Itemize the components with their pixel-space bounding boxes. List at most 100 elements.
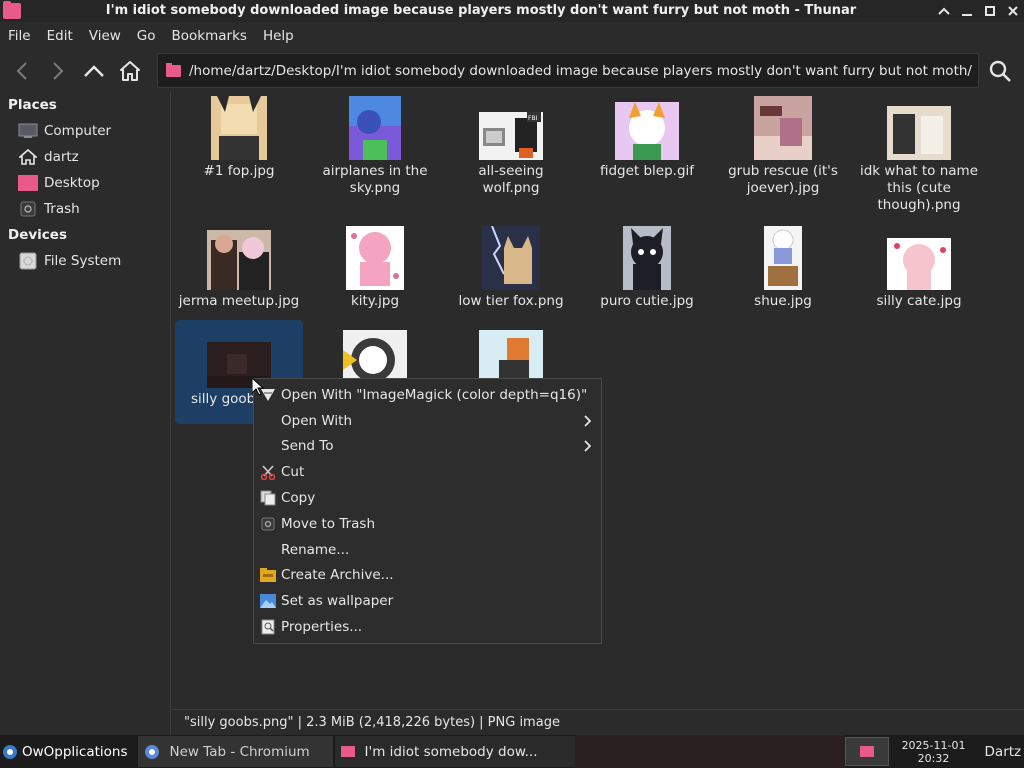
- properties-icon: [254, 619, 281, 635]
- home-icon: [18, 149, 38, 165]
- copy-icon: [254, 490, 281, 506]
- task-thunar[interactable]: I'm idiot somebody dow...: [334, 736, 575, 767]
- image-thumbnail: [764, 226, 802, 290]
- file-item[interactable]: shue.jpg: [719, 222, 847, 310]
- status-bar: "silly goobs.png" | 2.3 MiB (2,418,226 b…: [172, 709, 1024, 735]
- file-name: low tier fox.png: [458, 293, 564, 309]
- clock-date: 2025-11-01: [901, 738, 966, 752]
- file-name: grub rescue (it's joever).jpg: [728, 163, 838, 196]
- menu-open-with[interactable]: Open With: [254, 408, 601, 434]
- image-thumbnail: [482, 226, 540, 290]
- wallpaper-icon: [254, 594, 281, 609]
- file-item[interactable]: idk what to name this (cute though).png: [855, 92, 983, 214]
- file-item[interactable]: low tier fox.png: [447, 222, 575, 310]
- devices-header: Devices: [8, 227, 67, 243]
- chevron-up-icon: [84, 64, 104, 77]
- chromium-icon: [144, 744, 159, 759]
- sidebar-item-label: dartz: [44, 149, 79, 165]
- menu-item-label: Properties...: [281, 619, 363, 636]
- file-item[interactable]: #1 fop.jpg: [175, 92, 303, 180]
- menu-bookmarks[interactable]: Bookmarks: [164, 28, 255, 44]
- image-thumbnail: FBI: [479, 96, 543, 160]
- menu-move-to-trash[interactable]: Move to Trash: [254, 511, 601, 537]
- menu-help[interactable]: Help: [255, 28, 302, 44]
- start-menu-button[interactable]: OwOpplications: [0, 736, 134, 767]
- search-icon: [989, 60, 1011, 82]
- file-name: fidget blep.gif: [599, 163, 695, 179]
- folder-icon: [859, 746, 874, 757]
- menu-item-label: Move to Trash: [281, 515, 376, 532]
- file-item[interactable]: airplanes in the sky.png: [311, 92, 439, 197]
- file-item[interactable]: silly cate.jpg: [855, 222, 983, 310]
- menu-properties[interactable]: Properties...: [254, 614, 601, 640]
- menu-copy[interactable]: Copy: [254, 485, 601, 511]
- file-name: idk what to name this (cute though).png: [859, 163, 978, 213]
- file-name: #1 fop.jpg: [203, 163, 275, 179]
- chevron-right-icon: [583, 434, 591, 460]
- thunar-app-icon: [3, 1, 21, 19]
- menu-create-archive[interactable]: Create Archive...: [254, 563, 601, 589]
- minimize-button[interactable]: [955, 0, 978, 22]
- thumbnail-badge: FBI: [528, 115, 538, 122]
- window-title: I'm idiot somebody downloaded image beca…: [105, 3, 857, 18]
- maximize-button[interactable]: [978, 0, 1001, 22]
- file-item[interactable]: jerma meetup.jpg: [175, 222, 303, 310]
- menu-bar: File Edit View Go Bookmarks Help: [0, 22, 1024, 49]
- image-thumbnail: [623, 226, 671, 290]
- clock[interactable]: 2025-11-01 20:32: [889, 739, 979, 765]
- clock-time: 20:32: [917, 751, 950, 765]
- file-item[interactable]: grub rescue (it's joever).jpg: [719, 92, 847, 197]
- menu-view[interactable]: View: [81, 28, 129, 44]
- image-thumbnail: [349, 96, 401, 160]
- image-thumbnail: [615, 96, 679, 160]
- location-path[interactable]: /home/dartz/Desktop/I'm idiot somebody d…: [189, 63, 972, 79]
- drive-icon: [18, 252, 38, 270]
- menu-cut[interactable]: Cut: [254, 459, 601, 485]
- sidebar-item-filesystem[interactable]: File System: [0, 248, 170, 274]
- menu-rename[interactable]: Rename...: [254, 537, 601, 563]
- file-item[interactable]: puro cutie.jpg: [583, 222, 711, 310]
- start-label: OwOpplications: [22, 743, 128, 760]
- folder-icon: [166, 62, 181, 77]
- menu-open-with-imagemagick[interactable]: Open With "ImageMagick (color depth=q16)…: [254, 382, 601, 408]
- file-item[interactable]: FBI all-seeing wolf.png: [447, 92, 575, 197]
- file-item[interactable]: kity.jpg: [311, 222, 439, 310]
- sidebar-item-trash[interactable]: Trash: [0, 196, 170, 222]
- places-header: Places: [8, 97, 57, 113]
- chevron-left-icon: [16, 61, 27, 80]
- menu-send-to[interactable]: Send To: [254, 434, 601, 460]
- workspace-switcher[interactable]: [844, 737, 889, 766]
- menu-file[interactable]: File: [0, 28, 39, 44]
- task-label: New Tab - Chromium: [169, 743, 310, 760]
- home-icon: [120, 60, 140, 81]
- search-button[interactable]: [984, 56, 1016, 86]
- title-bar: I'm idiot somebody downloaded image beca…: [0, 0, 1024, 22]
- user-label[interactable]: Dartz: [985, 744, 1022, 760]
- menu-item-label: Open With "ImageMagick (color depth=q16)…: [281, 386, 588, 403]
- chevron-right-icon: [53, 61, 64, 80]
- image-thumbnail: [754, 96, 812, 160]
- shade-button[interactable]: [932, 0, 955, 22]
- menu-go[interactable]: Go: [129, 28, 164, 44]
- task-chromium[interactable]: New Tab - Chromium: [137, 736, 333, 767]
- back-button[interactable]: [4, 53, 40, 89]
- sidebar-item-dartz[interactable]: dartz: [0, 144, 170, 170]
- desktop-icon: [18, 175, 38, 191]
- sidebar-item-computer[interactable]: Computer: [0, 118, 170, 144]
- location-bar[interactable]: /home/dartz/Desktop/I'm idiot somebody d…: [157, 53, 979, 88]
- menu-set-as-wallpaper[interactable]: Set as wallpaper: [254, 588, 601, 614]
- image-thumbnail: [211, 96, 267, 160]
- file-name: kity.jpg: [350, 293, 400, 309]
- close-button[interactable]: [1001, 0, 1024, 22]
- menu-item-label: Send To: [281, 438, 334, 455]
- sidebar: Places Computer dartz Desktop Trash Devi…: [0, 92, 171, 735]
- file-name: silly cate.jpg: [876, 293, 962, 309]
- sidebar-item-desktop[interactable]: Desktop: [0, 170, 170, 196]
- forward-button[interactable]: [40, 53, 76, 89]
- home-button[interactable]: [112, 53, 148, 89]
- file-item[interactable]: fidget blep.gif: [583, 92, 711, 180]
- context-menu: Open With "ImageMagick (color depth=q16)…: [253, 378, 602, 644]
- parent-folder-button[interactable]: [76, 53, 112, 89]
- trash-icon: [18, 201, 38, 217]
- menu-edit[interactable]: Edit: [39, 28, 81, 44]
